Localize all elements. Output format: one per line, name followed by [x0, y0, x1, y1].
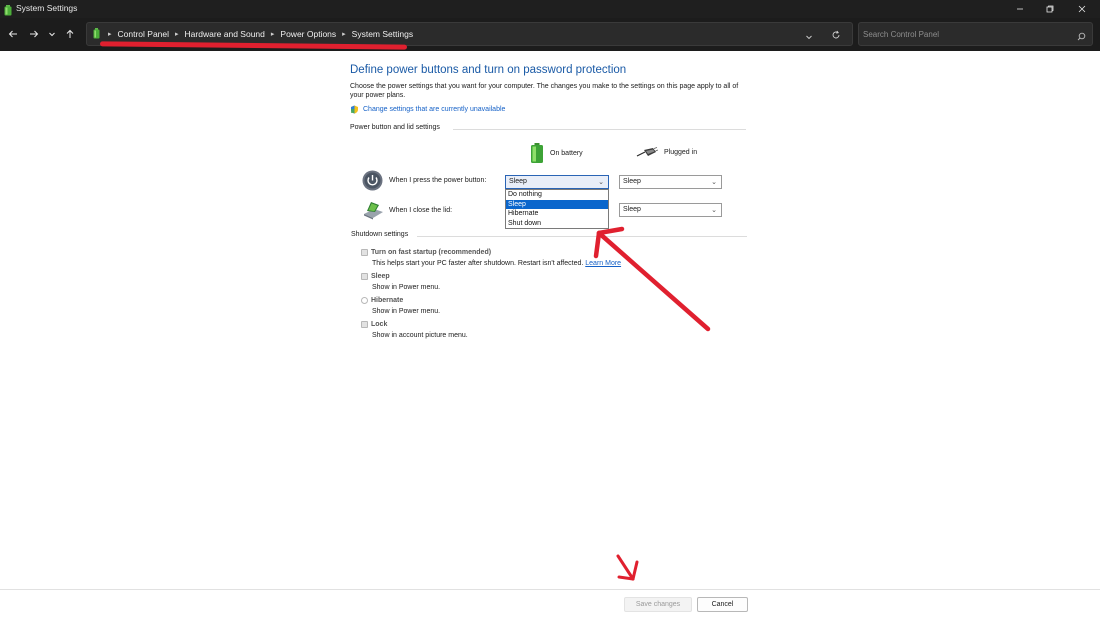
power-button-dropdown-list[interactable]: Do nothing Sleep Hibernate Shut down: [505, 189, 609, 229]
sleep-description: Show in Power menu.: [372, 284, 441, 291]
section-divider: [453, 129, 746, 130]
red-down-arrow-annotation-icon: [616, 554, 639, 581]
minimize-button[interactable]: [1006, 0, 1034, 18]
page-title: Define power buttons and turn on passwor…: [350, 64, 627, 76]
sleep-label: Sleep: [371, 273, 390, 280]
sleep-row[interactable]: Sleep: [361, 273, 390, 280]
battery-icon: [530, 143, 544, 163]
lock-row[interactable]: Lock: [361, 321, 387, 328]
lid-row: When I close the lid:: [362, 200, 452, 220]
plugged-in-label: Plugged in: [664, 149, 698, 156]
hibernate-label: Hibernate: [371, 297, 404, 304]
change-settings-link[interactable]: Change settings that are currently unava…: [363, 106, 505, 113]
lock-checkbox[interactable]: [361, 321, 368, 328]
power-button-plugged-value: Sleep: [623, 178, 641, 185]
chevron-down-icon: [49, 32, 55, 37]
breadcrumb-system-settings[interactable]: System Settings: [352, 29, 413, 39]
battery-location-icon: [93, 28, 100, 39]
chevron-down-icon: [806, 35, 812, 40]
back-button[interactable]: [5, 26, 21, 42]
dropdown-option-hibernate[interactable]: Hibernate: [506, 209, 608, 219]
change-settings-link-row[interactable]: Change settings that are currently unava…: [350, 105, 750, 114]
breadcrumb-control-panel[interactable]: Control Panel: [118, 29, 170, 39]
arrow-right-icon: [30, 30, 39, 38]
power-button-battery-select[interactable]: Sleep ⌄: [505, 175, 609, 189]
power-button-battery-value: Sleep: [509, 178, 527, 185]
search-box[interactable]: [858, 22, 1093, 46]
power-button-plugged-select[interactable]: Sleep ⌄: [619, 175, 722, 189]
hibernate-checkbox[interactable]: [361, 297, 368, 304]
dropdown-option-shut-down[interactable]: Shut down: [506, 219, 608, 229]
fast-startup-label: Turn on fast startup (recommended): [371, 249, 492, 256]
breadcrumb-separator-icon: ▸: [175, 30, 179, 38]
shutdown-section-title: Shutdown settings: [351, 231, 409, 238]
cancel-button[interactable]: Cancel: [697, 597, 748, 612]
breadcrumb-separator-icon: ▸: [342, 30, 346, 38]
footer-divider: [0, 589, 1100, 590]
page-description: Choose the power settings that you want …: [350, 83, 739, 99]
breadcrumb-power-options[interactable]: Power Options: [280, 29, 336, 39]
navigation-bar: ▸ Control Panel ▸ Hardware and Sound ▸ P…: [0, 18, 1100, 51]
hibernate-row[interactable]: Hibernate: [361, 297, 403, 304]
minimize-icon: [1017, 8, 1023, 10]
chevron-down-icon: ⌄: [711, 207, 717, 214]
lid-plugged-value: Sleep: [623, 206, 641, 213]
save-changes-button[interactable]: Save changes: [624, 597, 692, 612]
fast-startup-description: This helps start your PC faster after sh…: [372, 260, 621, 267]
search-icon[interactable]: [1077, 28, 1086, 46]
shutdown-section-header: Shutdown settings: [351, 231, 747, 241]
laptop-lid-icon: [362, 200, 384, 220]
main-content: Define power buttons and turn on passwor…: [350, 64, 750, 134]
learn-more-link[interactable]: Learn More: [585, 260, 621, 267]
chevron-down-icon: ⌄: [711, 179, 717, 186]
lock-description: Show in account picture menu.: [372, 332, 468, 339]
search-input[interactable]: [863, 27, 1063, 41]
arrow-up-icon: [66, 29, 74, 38]
lid-label: When I close the lid:: [389, 206, 453, 214]
lid-plugged-select[interactable]: Sleep ⌄: [619, 203, 722, 217]
recent-locations-button[interactable]: [44, 26, 60, 42]
address-dropdown-button[interactable]: [805, 28, 813, 46]
plugged-in-column-header: Plugged in: [636, 147, 697, 158]
power-button-icon: [362, 170, 383, 191]
refresh-button[interactable]: [831, 27, 841, 45]
refresh-icon: [832, 30, 840, 39]
power-button-label: When I press the power button:: [389, 177, 487, 184]
sleep-checkbox[interactable]: [361, 273, 368, 280]
chevron-down-icon: ⌄: [598, 179, 604, 186]
power-plug-icon: [636, 147, 658, 158]
dropdown-option-sleep[interactable]: Sleep: [506, 199, 608, 210]
close-button[interactable]: [1068, 0, 1096, 18]
up-button[interactable]: [62, 26, 78, 42]
fast-startup-row[interactable]: Turn on fast startup (recommended): [361, 249, 491, 256]
battery-column-header: On battery: [530, 143, 583, 163]
red-arrow-annotation-icon: [593, 226, 711, 332]
fast-startup-checkbox[interactable]: [361, 249, 368, 256]
restore-icon: [1046, 5, 1054, 13]
dropdown-option-do-nothing[interactable]: Do nothing: [506, 190, 608, 200]
restore-button[interactable]: [1036, 0, 1064, 18]
breadcrumb: ▸ Control Panel ▸ Hardware and Sound ▸ P…: [93, 28, 413, 39]
close-icon: [1078, 5, 1086, 13]
power-button-row: When I press the power button:: [362, 170, 486, 191]
breadcrumb-separator-icon: ▸: [108, 30, 112, 38]
forward-button[interactable]: [26, 26, 42, 42]
breadcrumb-separator-icon: ▸: [270, 30, 275, 38]
lock-label: Lock: [371, 321, 388, 328]
power-section-title: Power button and lid settings: [350, 124, 440, 131]
power-section-header: Power button and lid settings: [350, 124, 750, 134]
shield-icon: [350, 105, 359, 114]
section-divider: [417, 236, 747, 237]
breadcrumb-hardware-and-sound[interactable]: Hardware and Sound: [185, 29, 265, 39]
window-title: System Settings: [16, 3, 78, 13]
on-battery-label: On battery: [550, 149, 583, 157]
fast-startup-desc-text: This helps start your PC faster after sh…: [372, 260, 584, 267]
hibernate-description: Show in Power menu.: [372, 308, 441, 315]
arrow-left-icon: [8, 30, 17, 38]
title-bar: System Settings: [0, 0, 1100, 18]
